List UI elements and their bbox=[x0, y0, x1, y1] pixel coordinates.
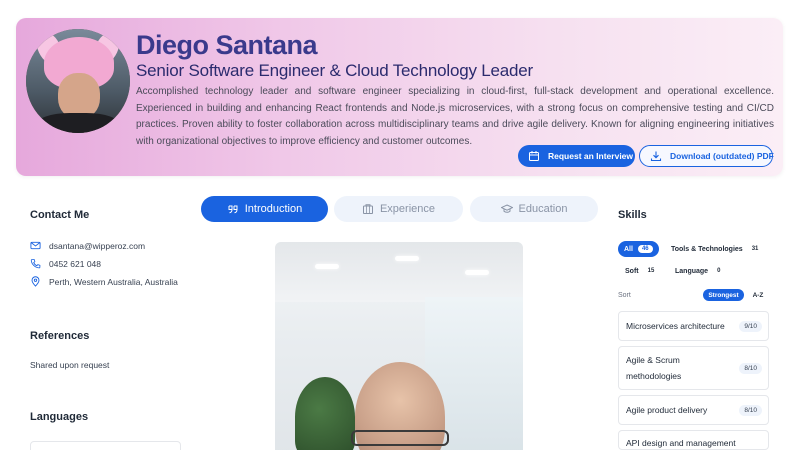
language-card bbox=[30, 441, 181, 450]
skill-score: 8/10 bbox=[739, 362, 762, 374]
languages-heading: Languages bbox=[30, 411, 89, 423]
photo-ceiling-light bbox=[465, 270, 489, 275]
sort-az-button[interactable]: A-Z bbox=[748, 289, 768, 301]
tab-education-label: Education bbox=[518, 203, 568, 215]
skill-filter-label: Tools & Technologies bbox=[671, 245, 743, 253]
calendar-icon bbox=[528, 150, 540, 162]
map-pin-icon bbox=[30, 276, 41, 287]
tab-introduction[interactable]: Introduction bbox=[201, 196, 328, 222]
references-text: Shared upon request bbox=[30, 360, 110, 370]
skill-name: Agile & Scrum methodologies bbox=[626, 355, 682, 381]
profile-title: Senior Software Engineer & Cloud Technol… bbox=[136, 61, 534, 80]
skill-card: Microservices architecture 9/10 bbox=[618, 311, 769, 341]
skill-name: API design and management bbox=[626, 438, 736, 448]
download-pdf-label: Download (outdated) PDF bbox=[670, 151, 774, 161]
tab-introduction-label: Introduction bbox=[244, 203, 303, 215]
tab-experience[interactable]: Experience bbox=[334, 196, 463, 222]
introduction-photo bbox=[275, 242, 523, 450]
skill-filter-language[interactable]: Language 0 bbox=[669, 263, 730, 279]
request-interview-label: Request an Interview bbox=[548, 151, 634, 161]
contact-location: Perth, Western Australia, Australia bbox=[30, 276, 178, 287]
photo-ceiling-light bbox=[315, 264, 339, 269]
contact-email[interactable]: dsantana@wipperoz.com bbox=[30, 240, 145, 251]
skill-filter-label: Soft bbox=[625, 267, 639, 275]
skill-filter-all[interactable]: All 46 bbox=[618, 241, 659, 257]
skill-filter-label: Language bbox=[675, 267, 709, 275]
graduation-cap-icon bbox=[500, 203, 513, 215]
skill-filter-count: 46 bbox=[637, 245, 653, 253]
profile-summary: Accomplished technology leader and softw… bbox=[136, 86, 774, 147]
sort-label: Sort bbox=[618, 292, 631, 299]
photo-ceiling-light bbox=[395, 256, 419, 261]
sort-strongest-button[interactable]: Strongest bbox=[703, 289, 744, 301]
skill-score: 9/10 bbox=[739, 320, 762, 332]
skill-name: Microservices architecture bbox=[626, 321, 725, 331]
skill-filter-tools[interactable]: Tools & Technologies 31 bbox=[665, 241, 768, 257]
contact-heading: Contact Me bbox=[30, 209, 90, 221]
skill-filter-count: 31 bbox=[751, 246, 759, 252]
skill-filter-count: 0 bbox=[717, 268, 721, 274]
profile-name: Diego Santana bbox=[136, 30, 318, 60]
tab-education[interactable]: Education bbox=[470, 196, 598, 222]
contact-phone-text: 0452 621 048 bbox=[49, 258, 101, 269]
mail-icon bbox=[30, 240, 41, 251]
tab-experience-label: Experience bbox=[379, 203, 436, 215]
request-interview-button[interactable]: Request an Interview bbox=[518, 145, 635, 167]
skill-card: Agile & Scrum methodologies 8/10 bbox=[618, 346, 769, 390]
quote-icon bbox=[227, 203, 239, 215]
photo-plant bbox=[295, 377, 355, 450]
download-pdf-button[interactable]: Download (outdated) PDF bbox=[639, 145, 774, 167]
references-heading: References bbox=[30, 330, 90, 342]
skills-heading: Skills bbox=[618, 209, 647, 221]
phone-icon bbox=[30, 258, 41, 269]
skill-filter-count: 15 bbox=[647, 268, 655, 274]
download-icon bbox=[650, 150, 662, 162]
skill-card: API design and management bbox=[618, 430, 769, 450]
skill-filter-label: All bbox=[624, 245, 633, 253]
profile-avatar bbox=[26, 29, 130, 133]
photo-glasses bbox=[351, 430, 449, 446]
contact-phone[interactable]: 0452 621 048 bbox=[30, 258, 101, 269]
skill-card: Agile product delivery 8/10 bbox=[618, 395, 769, 425]
building-icon bbox=[362, 203, 374, 215]
skill-score: 8/10 bbox=[739, 404, 762, 416]
skill-name: Agile product delivery bbox=[626, 405, 708, 415]
contact-email-text: dsantana@wipperoz.com bbox=[49, 240, 146, 251]
avatar-shirt bbox=[36, 113, 120, 133]
skill-filter-soft[interactable]: Soft 15 bbox=[619, 263, 664, 279]
contact-location-text: Perth, Western Australia, Australia bbox=[49, 276, 178, 287]
